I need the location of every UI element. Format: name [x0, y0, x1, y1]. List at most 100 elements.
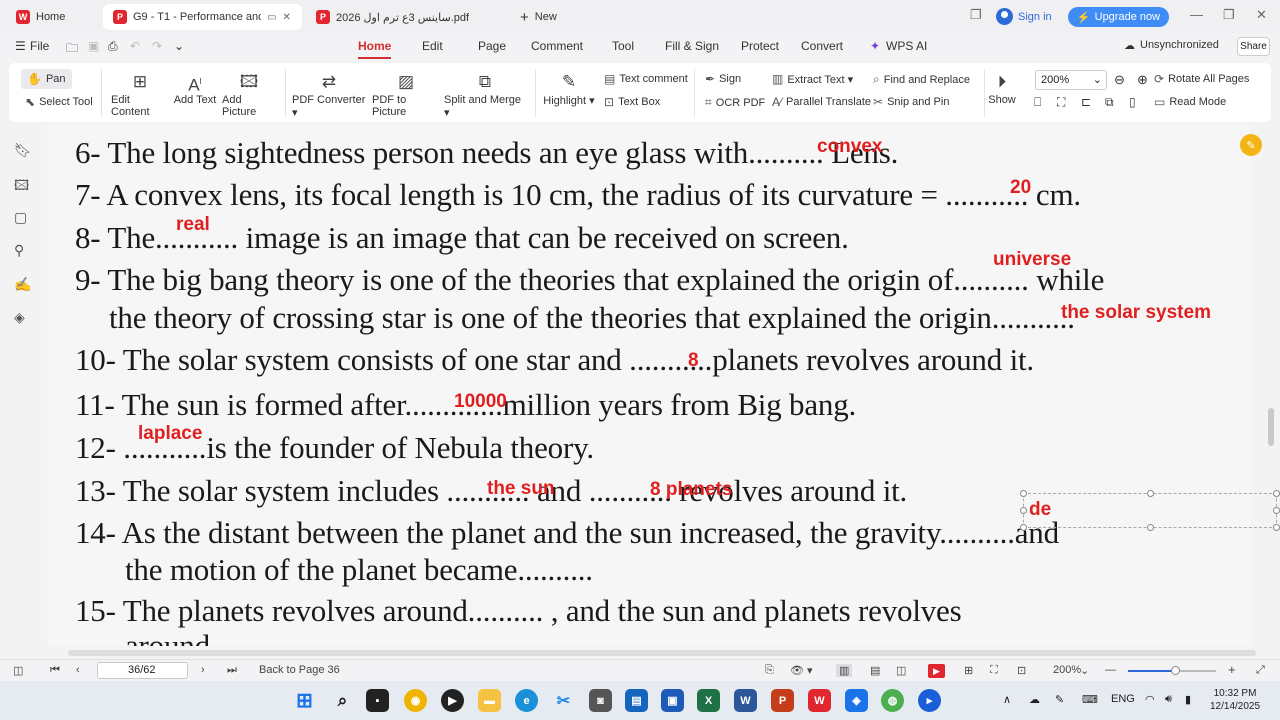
- answer-text[interactable]: real: [176, 214, 210, 236]
- screen-icon[interactable]: ⊞: [964, 664, 973, 677]
- excel-icon[interactable]: X: [697, 689, 720, 712]
- eye-icon[interactable]: 👁︎ ▾: [790, 664, 813, 677]
- add-text-button[interactable]: AI Add Text: [173, 70, 217, 106]
- last-page-icon[interactable]: ⏭: [227, 664, 237, 677]
- split-merge-button[interactable]: ⧉ Split and Merge ▾: [444, 70, 526, 119]
- sign-button[interactable]: ✒ Sign: [705, 72, 741, 86]
- powerpoint-icon[interactable]: P: [771, 689, 794, 712]
- menu-comment[interactable]: Comment: [531, 39, 583, 53]
- back-to-page-link[interactable]: Back to Page 36: [259, 664, 340, 676]
- thumbnail-icon[interactable]: 🖾: [14, 175, 29, 199]
- menu-tool[interactable]: Tool: [612, 39, 634, 53]
- fit-page-icon[interactable]: ⛶: [1057, 95, 1065, 110]
- resize-handle[interactable]: [1020, 507, 1027, 514]
- zoom-select[interactable]: 200% ⌄: [1035, 70, 1107, 90]
- single-page-view-icon[interactable]: ▥: [836, 664, 853, 677]
- attachment-icon[interactable]: ⚲: [14, 242, 24, 259]
- media-player-icon[interactable]: ▶: [441, 689, 464, 712]
- text-box-annotation[interactable]: de: [1023, 493, 1277, 528]
- chevron-down-icon[interactable]: ⌄: [174, 39, 184, 53]
- answer-text[interactable]: 8 planets: [650, 479, 732, 501]
- edge-icon[interactable]: e: [515, 689, 538, 712]
- single-page-icon[interactable]: ⎕: [1034, 95, 1041, 110]
- signature-icon[interactable]: ✍: [14, 276, 31, 293]
- chevron-up-icon[interactable]: ∧: [1003, 693, 1011, 706]
- clock[interactable]: 10:32 PM 12/14/2025: [1210, 687, 1260, 713]
- read-mode-button[interactable]: ▭ Read Mode: [1154, 95, 1226, 109]
- text-box-button[interactable]: ⊡ Text Box: [604, 95, 660, 109]
- resize-handle[interactable]: [1273, 524, 1280, 531]
- minimize-icon[interactable]: —: [1190, 7, 1203, 22]
- open-folder-icon[interactable]: 🗀: [66, 39, 78, 60]
- answer-text[interactable]: universe: [993, 249, 1071, 271]
- snipping-tool-icon[interactable]: ✂: [552, 689, 575, 712]
- battery-icon[interactable]: ▮: [1185, 693, 1191, 706]
- undo-icon[interactable]: ↶: [130, 39, 140, 53]
- zoom-chevron-icon[interactable]: ⌄: [1080, 664, 1089, 677]
- find-replace-button[interactable]: ⌕ Find and Replace: [873, 72, 970, 87]
- zoom-app-icon[interactable]: ▸: [918, 689, 941, 712]
- hamburger-icon[interactable]: ☰: [15, 39, 26, 53]
- tab-home[interactable]: W Home: [6, 4, 99, 30]
- fullscreen-icon[interactable]: ⛶: [990, 664, 998, 677]
- new-tab-button[interactable]: + New: [510, 4, 570, 30]
- play-icon[interactable]: ▶: [928, 664, 945, 678]
- answer-text[interactable]: convex: [817, 136, 882, 158]
- menu-convert[interactable]: Convert: [801, 39, 843, 53]
- restore-layout-icon[interactable]: ❐: [970, 7, 982, 23]
- save-icon[interactable]: ▣: [88, 39, 99, 53]
- menu-page[interactable]: Page: [478, 39, 506, 53]
- tab-document-g9[interactable]: P G9 - T1 - Performance and As ▭ ✕: [103, 4, 302, 30]
- continuous-icon[interactable]: ▯: [1129, 95, 1136, 109]
- keyboard-icon[interactable]: ⌨: [1082, 693, 1098, 706]
- expand-icon[interactable]: ⤢: [1256, 664, 1265, 677]
- volume-icon[interactable]: 🔊︎: [1165, 693, 1172, 706]
- sidebar-toggle-icon[interactable]: ◫: [13, 664, 23, 677]
- window-icon[interactable]: ▭: [267, 12, 276, 23]
- pen-tray-icon[interactable]: ✎: [1055, 693, 1064, 706]
- fit-icon[interactable]: ⊡: [1017, 664, 1026, 677]
- pdf-converter-button[interactable]: ⇄ PDF Converter ▾: [292, 70, 366, 119]
- language-indicator[interactable]: ENG: [1111, 693, 1135, 705]
- resize-handle[interactable]: [1147, 490, 1154, 497]
- globe-icon[interactable]: ◍: [881, 689, 904, 712]
- layers-icon[interactable]: ◈: [14, 309, 25, 326]
- resize-handle[interactable]: [1020, 490, 1027, 497]
- answer-text[interactable]: 8: [688, 350, 699, 372]
- maximize-icon[interactable]: ❐: [1223, 7, 1235, 23]
- horizontal-scrollbar[interactable]: [68, 650, 1256, 656]
- menu-fill-sign[interactable]: Fill & Sign: [665, 39, 719, 53]
- zoom-out-icon[interactable]: ⊖: [1114, 72, 1125, 88]
- pan-button[interactable]: ✋ Pan: [21, 69, 72, 89]
- export-icon[interactable]: ⎘: [765, 664, 774, 677]
- snip-pin-button[interactable]: ✂ Snip and Pin: [873, 95, 949, 109]
- answer-text[interactable]: 10000: [454, 391, 507, 413]
- wps-icon[interactable]: W: [808, 689, 831, 712]
- sign-in-button[interactable]: Sign in: [996, 8, 1052, 25]
- continuous-view-icon[interactable]: ▤: [870, 664, 880, 677]
- zoom-in-icon[interactable]: +: [1228, 662, 1236, 677]
- copy-page-icon[interactable]: ⧉: [1105, 95, 1114, 110]
- pdf-to-picture-button[interactable]: ▨ PDF to Picture: [372, 70, 440, 118]
- parallel-translate-button[interactable]: A⁄ Parallel Translate: [772, 95, 871, 109]
- resize-handle[interactable]: [1020, 524, 1027, 531]
- resize-handle[interactable]: [1273, 507, 1280, 514]
- answer-text[interactable]: 20: [1010, 177, 1031, 199]
- share-button[interactable]: Share: [1237, 37, 1270, 56]
- ocr-pdf-button[interactable]: ⌗ OCR PDF: [705, 95, 765, 110]
- answer-text[interactable]: laplace: [138, 423, 202, 445]
- edit-pencil-button[interactable]: ✎: [1240, 134, 1262, 156]
- menu-home[interactable]: Home: [358, 39, 392, 59]
- zoom-slider[interactable]: [1128, 666, 1216, 675]
- resize-handle[interactable]: [1273, 490, 1280, 497]
- print-icon[interactable]: ⎙: [108, 39, 118, 54]
- answer-text[interactable]: de: [1029, 499, 1051, 521]
- upgrade-button[interactable]: ⚡ Upgrade now: [1068, 7, 1169, 27]
- redo-icon[interactable]: ↷: [152, 39, 162, 53]
- highlight-button[interactable]: ✎ Highlight ▾: [543, 70, 595, 107]
- vertical-scrollbar[interactable]: [1268, 408, 1274, 446]
- rotate-all-pages-button[interactable]: ⟳ Rotate All Pages: [1154, 72, 1249, 86]
- close-tab-icon[interactable]: ✕: [282, 12, 290, 23]
- fit-width-icon[interactable]: ⊏: [1081, 95, 1091, 109]
- file-explorer-icon[interactable]: ▬: [478, 689, 501, 712]
